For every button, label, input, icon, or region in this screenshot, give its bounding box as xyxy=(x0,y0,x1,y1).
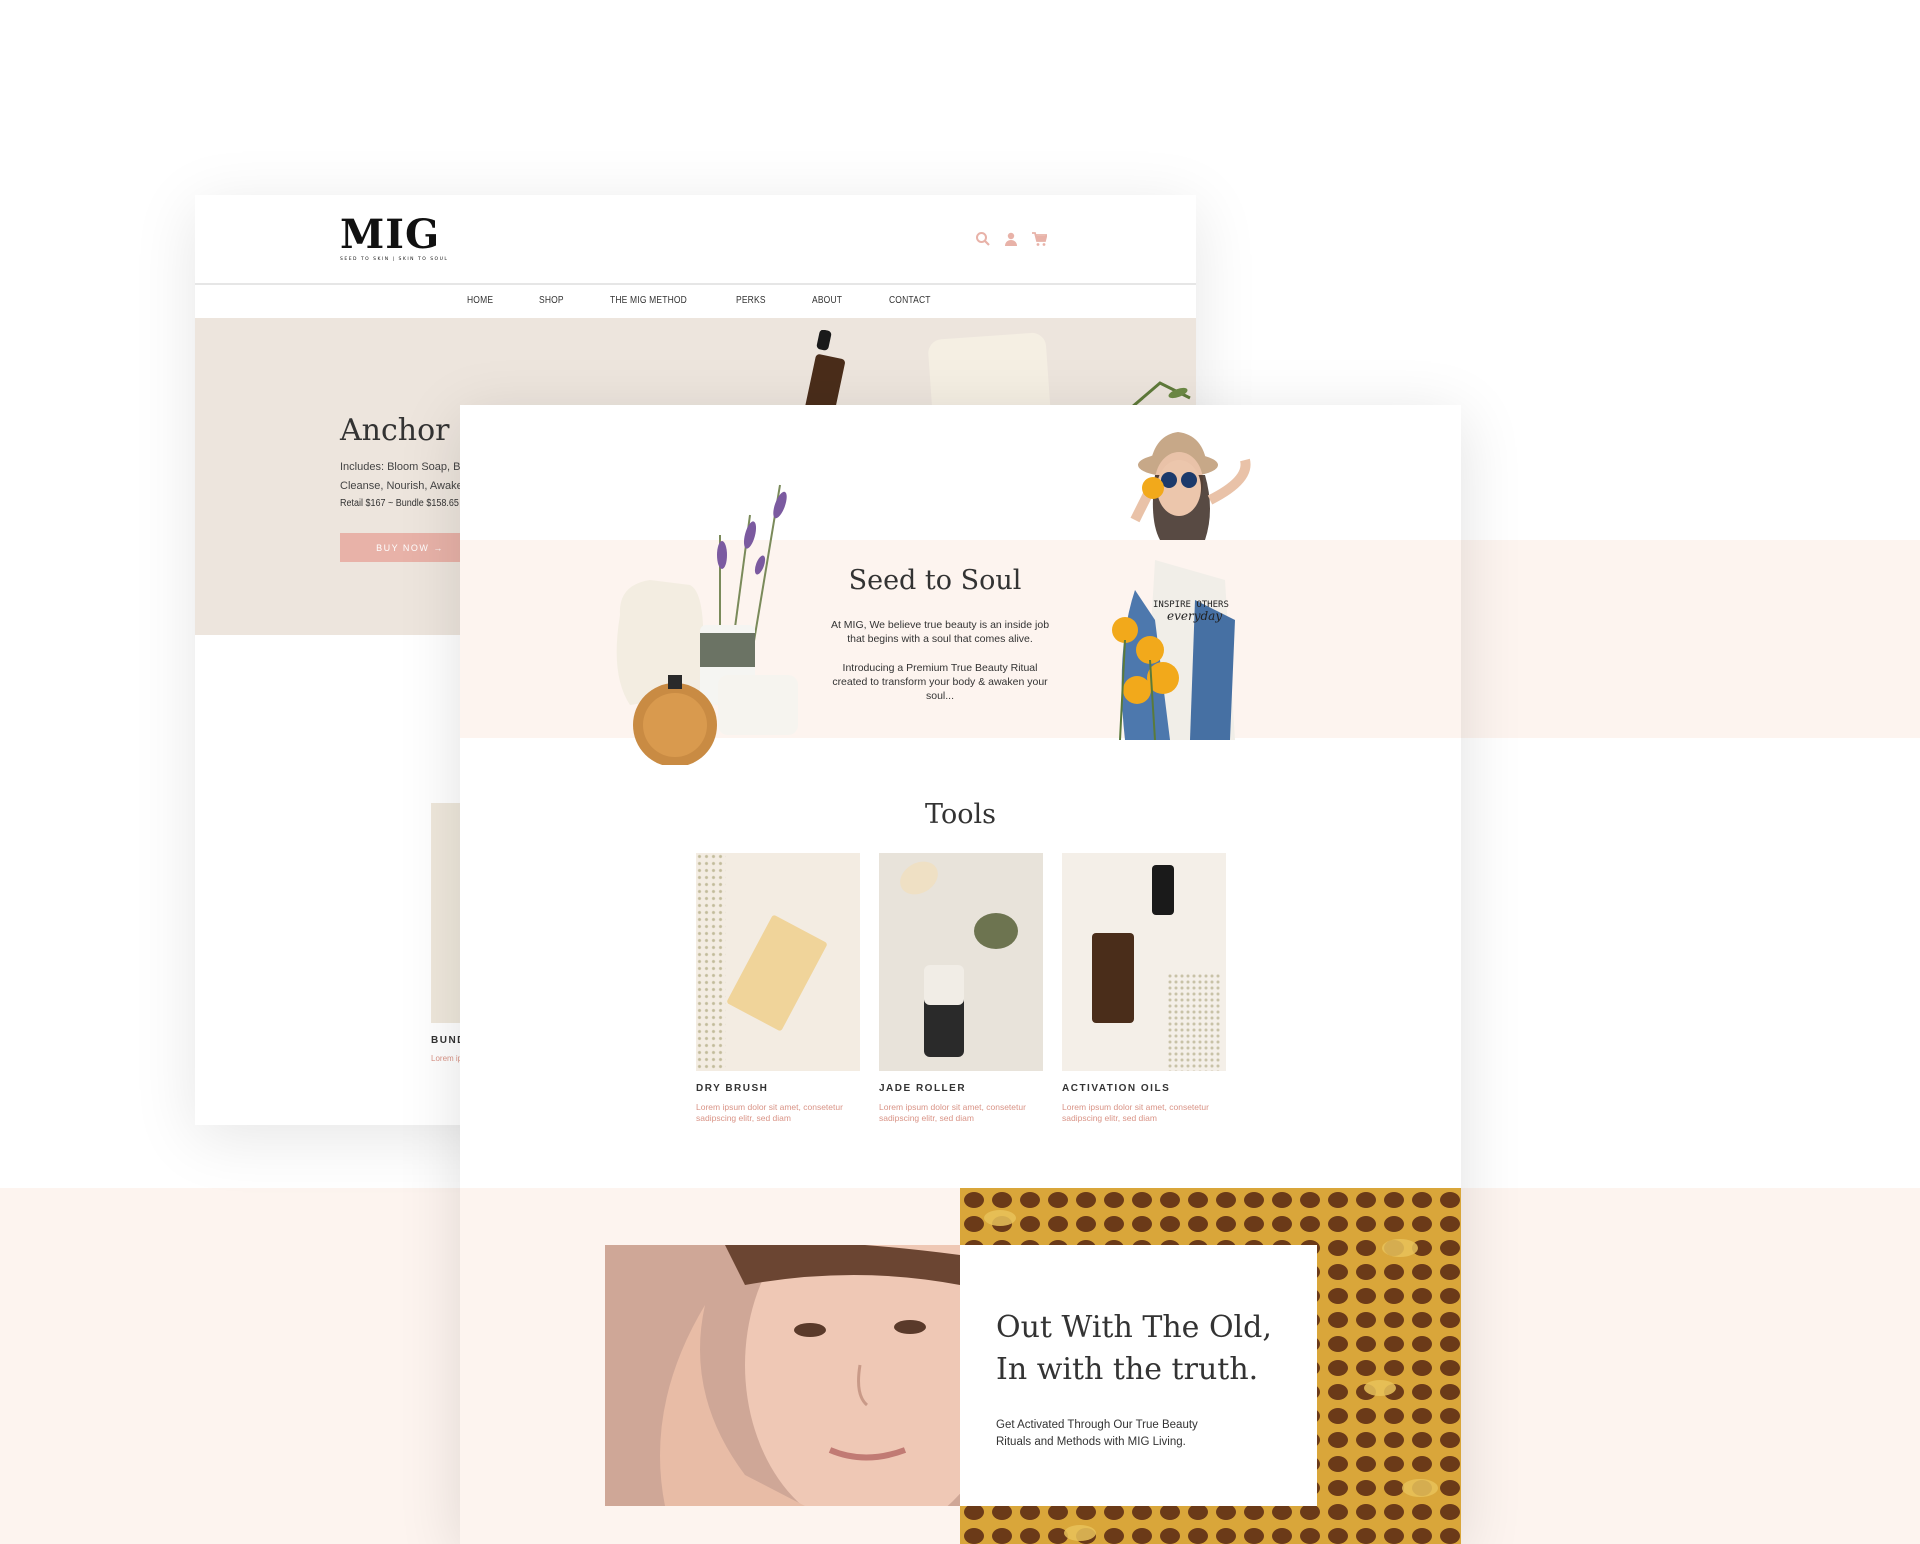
hero-includes: Includes: Bloom Soap, Bloom Butter, Clea… xyxy=(340,458,520,496)
truth-description: Get Activated Through Our True Beauty Ri… xyxy=(996,1419,1198,1448)
nav-about[interactable]: ABOUT xyxy=(812,293,842,309)
woman-face-image xyxy=(605,1245,960,1506)
product-still-life-image xyxy=(616,484,798,765)
dry-brush-image xyxy=(696,853,860,1071)
activation-oils-image xyxy=(1062,853,1226,1071)
site-header: MIG SEED TO SKIN | SKIN TO SOUL xyxy=(195,195,1196,285)
seed-paragraph-1: At MIG, We believe true beauty is an ins… xyxy=(830,619,1050,645)
tool-description: Lorem ipsum dolor sit amet, consetetur s… xyxy=(879,1102,1026,1123)
logo-tagline: SEED TO SKIN | SKIN TO SOUL xyxy=(340,257,449,262)
nav-mig-method[interactable]: THE MIG METHOD xyxy=(610,293,687,309)
hero-includes-line1: Includes: Bloom Soap, Bloom Butter, xyxy=(340,461,520,473)
tool-description: Lorem ipsum dolor sit amet, consetetur s… xyxy=(1062,1102,1209,1123)
tool-card-dry-brush[interactable]: DRY BRUSH Lorem ipsum dolor sit amet, co… xyxy=(696,853,860,1124)
search-icon[interactable] xyxy=(975,231,991,247)
tool-title: ACTIVATION OILS xyxy=(1062,1083,1171,1094)
logo-wordmark: MIG xyxy=(340,211,441,258)
tool-description: Lorem ipsum dolor sit amet, consetetur s… xyxy=(696,1102,843,1123)
header-icons xyxy=(975,231,1047,247)
nav-contact[interactable]: CONTACT xyxy=(889,293,931,309)
truth-card: Out With The Old, In with the truth. Get… xyxy=(960,1245,1317,1506)
user-icon[interactable] xyxy=(1003,231,1019,247)
seed-paragraph-2: Introducing a Premium True Beauty Ritual… xyxy=(832,662,1048,702)
truth-title-line2: In with the truth. xyxy=(996,1352,1259,1387)
brand-logo[interactable]: MIG SEED TO SKIN | SKIN TO SOUL xyxy=(340,211,449,263)
tool-title: DRY BRUSH xyxy=(696,1083,769,1094)
shirt-text-bottom: everyday xyxy=(1167,609,1222,623)
tool-card-activation-oils[interactable]: ACTIVATION OILS Lorem ipsum dolor sit am… xyxy=(1062,853,1226,1124)
tools-title: Tools xyxy=(925,799,996,830)
front-page-mockup: Seed to Soul At MIG, We believe true bea… xyxy=(460,405,1461,1544)
nav-perks[interactable]: PERKS xyxy=(736,293,766,309)
nav-home[interactable]: HOME xyxy=(467,293,493,309)
woman-with-flowers-image: INSPIRE OTHERS everyday xyxy=(1112,432,1251,740)
hero-includes-line2: Cleanse, Nourish, Awaken xyxy=(340,480,469,492)
truth-title-line1: Out With The Old, xyxy=(996,1310,1272,1345)
cart-icon[interactable] xyxy=(1031,231,1047,247)
dropper-bottle-image xyxy=(804,330,845,408)
seed-title: Seed to Soul xyxy=(848,565,1022,596)
truth-title: Out With The Old, In with the truth. xyxy=(996,1307,1316,1391)
hero-price: Retail $167 ~ Bundle $158.65 xyxy=(340,498,459,509)
nav-shop[interactable]: SHOP xyxy=(539,293,564,309)
tool-card-jade-roller[interactable]: JADE ROLLER Lorem ipsum dolor sit amet, … xyxy=(879,853,1043,1124)
buy-now-button[interactable]: BUY NOW → xyxy=(340,533,480,562)
tool-title: JADE ROLLER xyxy=(879,1083,967,1094)
jade-roller-image xyxy=(879,853,1043,1071)
main-nav: HOME SHOP THE MIG METHOD PERKS ABOUT CON… xyxy=(195,285,1196,318)
